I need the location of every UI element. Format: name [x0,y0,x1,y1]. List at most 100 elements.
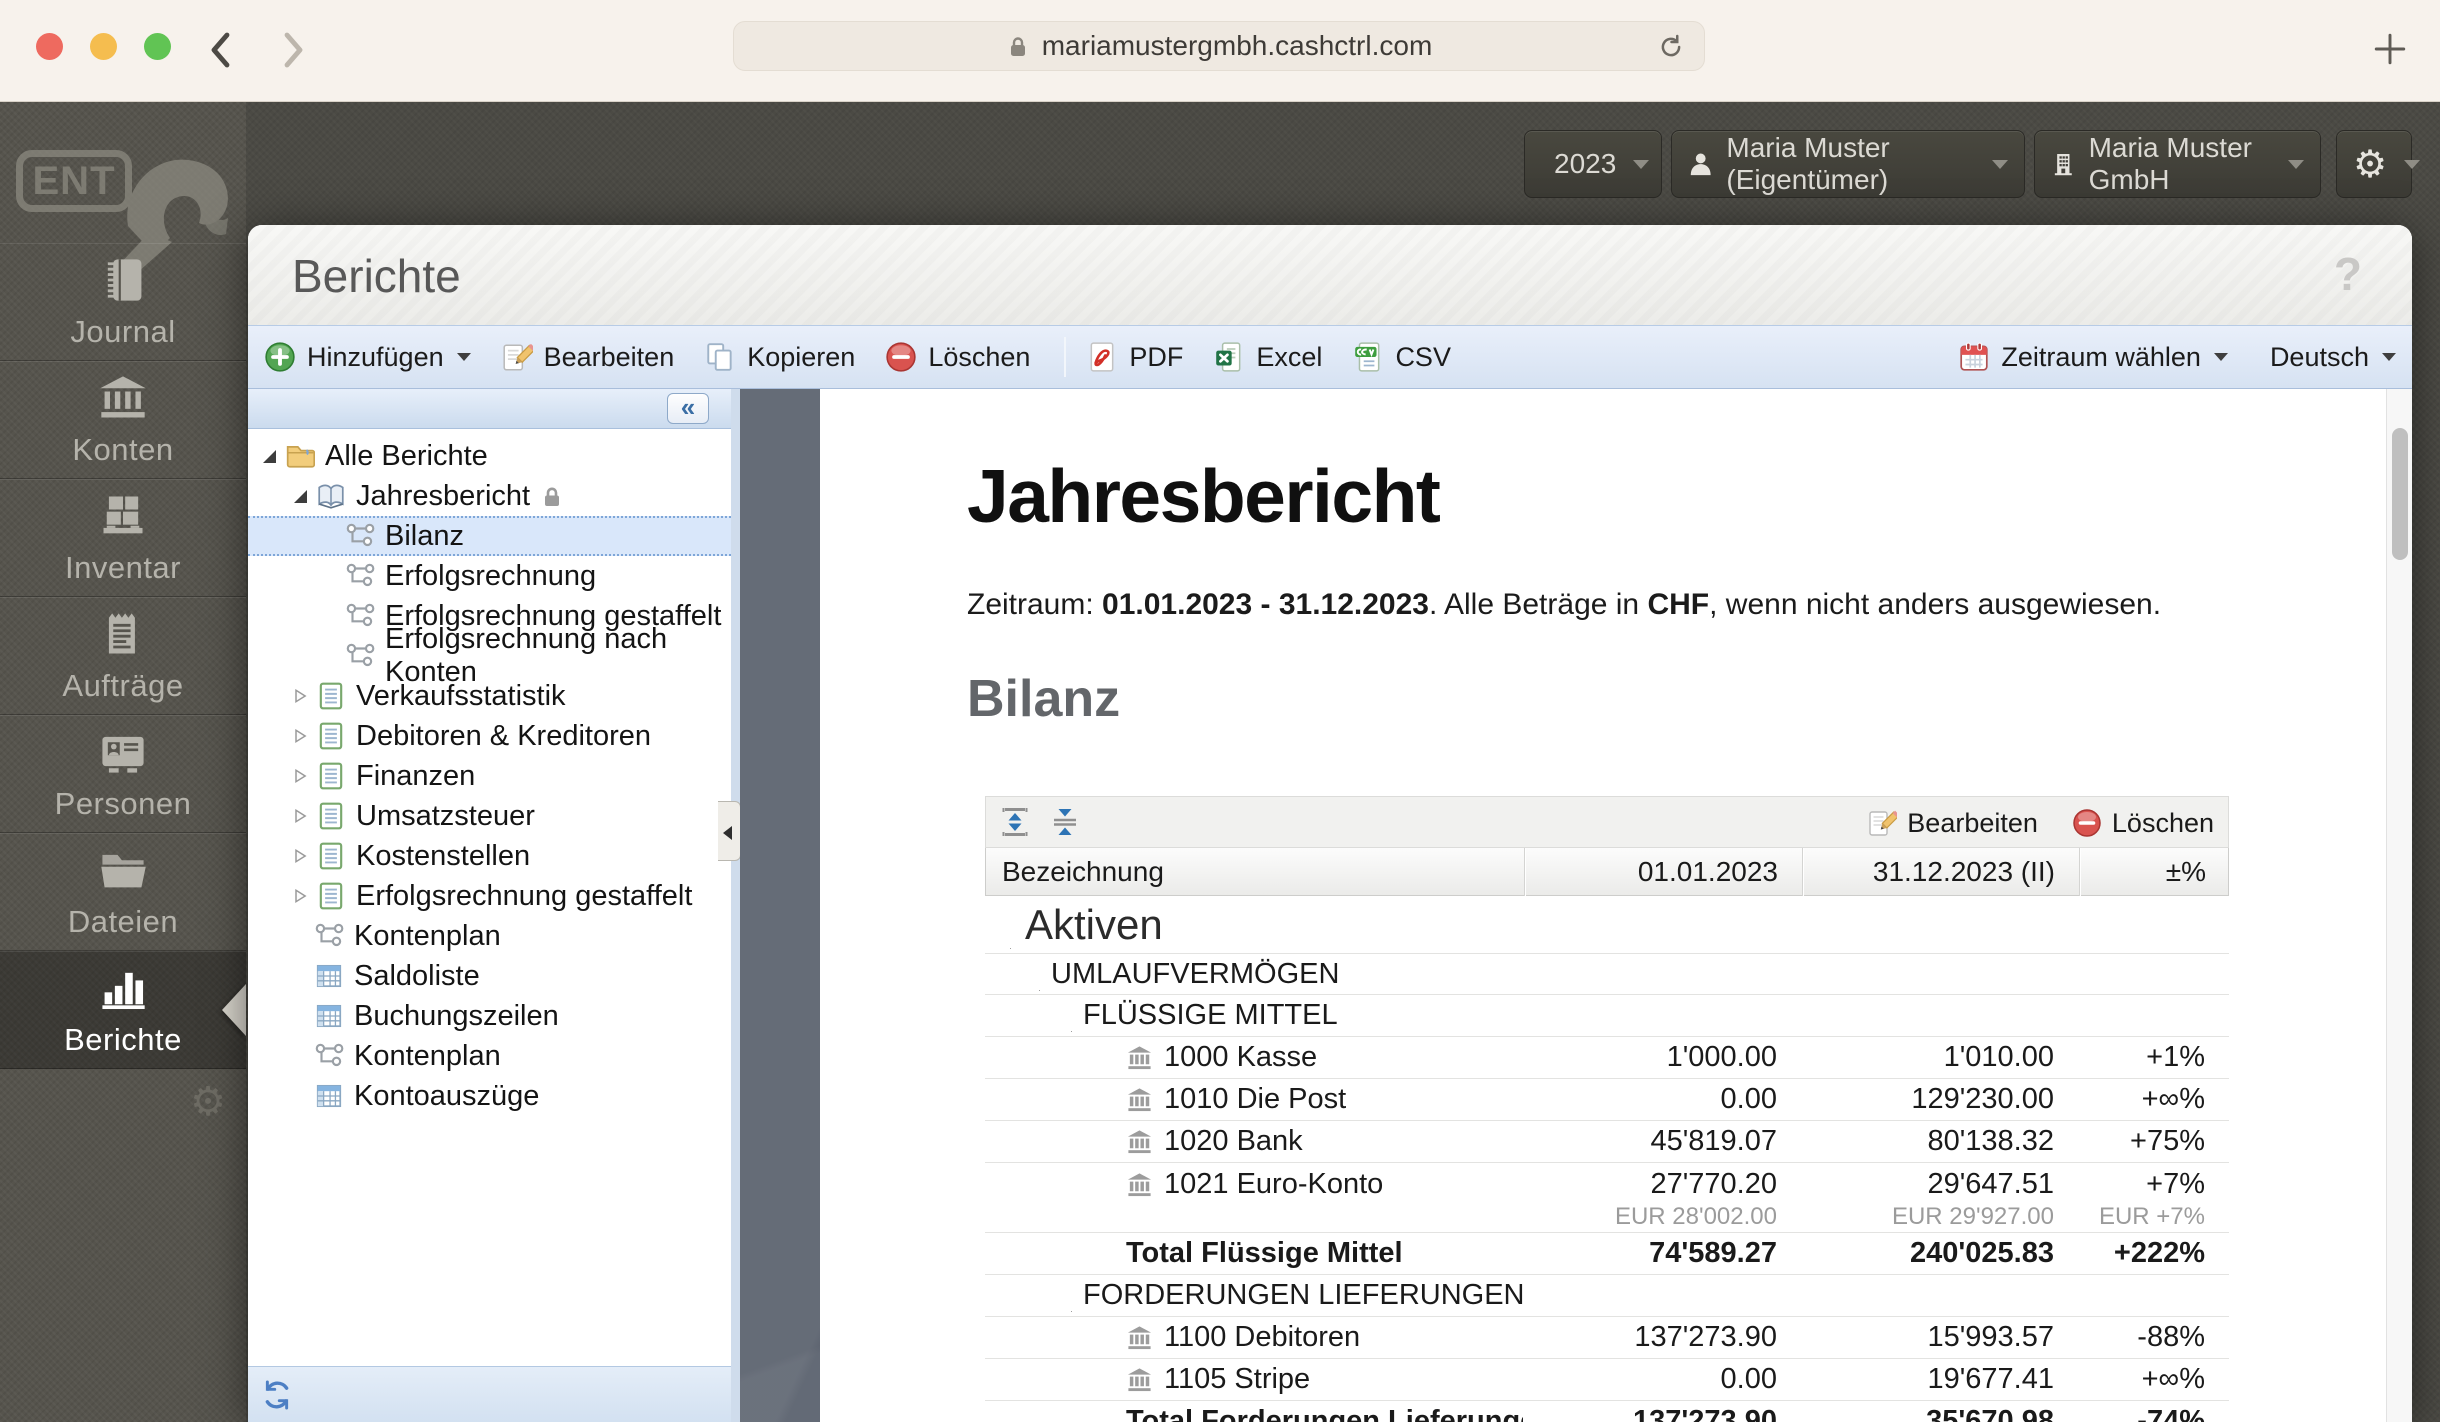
tree-item-jahresbericht[interactable]: Jahresbericht [248,476,731,516]
expander-open-icon[interactable] [259,450,279,463]
toolbar-button-label: Excel [1256,342,1322,373]
panel-splitter-handle[interactable] [718,801,741,861]
tree-item-umsatzsteuer[interactable]: Umsatzsteuer [248,796,731,836]
expander-open-icon[interactable] [995,901,1011,949]
expand-all-icon[interactable] [998,805,1032,839]
expander-closed-icon[interactable] [290,888,310,904]
group-label: Aktiven [1025,901,1163,949]
toolbar-edit-button[interactable]: Bearbeiten [501,341,675,373]
tree-item-saldoliste[interactable]: Saldoliste [248,956,731,996]
sidebar-item-inventar[interactable]: Inventar [0,479,246,597]
browser-back-button[interactable] [198,26,246,74]
toolbar-copy-button[interactable]: Kopieren [704,341,855,373]
tree-item-buchungszeilen[interactable]: Buchungszeilen [248,996,731,1036]
collapse-all-icon[interactable] [1048,805,1082,839]
topbar-user-button[interactable]: Maria Muster (Eigentümer) [1671,130,2025,198]
sidebar-item-berichte[interactable]: Berichte [0,951,246,1069]
column-header[interactable]: 31.12.2023 (II) [1802,848,2079,896]
sidebar-item-journal[interactable]: Journal [0,243,246,361]
tree-item-erfolgsrechnung-nach-konten[interactable]: Erfolgsrechnung nach Konten [248,636,731,676]
group-label: UMLAUFVERMÖGEN [1051,958,1339,991]
toolbar-language-button[interactable]: Deutsch [2270,342,2396,373]
expander-closed-icon[interactable] [290,728,310,744]
help-button[interactable]: ? [2334,247,2362,301]
tree-list: Alle BerichteJahresberichtBilanz Erfolgsr… [248,430,731,1366]
label-cell: Total Flüssige Mittel [985,1237,1523,1270]
tree-item-verkaufsstatistik[interactable]: Verkaufsstatistik [248,676,731,716]
scrollbar-thumb[interactable] [2392,428,2408,560]
table-row[interactable]: UMLAUFVERMÖGEN [985,954,2229,995]
topbar-fiscal-year-button[interactable]: 2023 [1524,130,1662,198]
table-edit-button[interactable]: Bearbeiten [1867,808,2038,839]
toolbar-period-button[interactable]: Zeitraum wählen [1958,341,2228,373]
tree-item-erfolgsrechnung[interactable]: Erfolgsrechnung [248,556,731,596]
table-row[interactable]: FLÜSSIGE MITTEL [985,995,2229,1037]
tree-item-alle-berichte[interactable]: Alle Berichte [248,436,731,476]
sidebar-item-auftraege[interactable]: Aufträge [0,597,246,715]
sidebar-item-dateien[interactable]: Dateien [0,833,246,951]
tree-item-debitoren-kreditoren[interactable]: Debitoren & Kreditoren [248,716,731,756]
tree-item-bilanz[interactable]: Bilanz [248,516,731,556]
expander-closed-icon[interactable] [290,768,310,784]
expander-open-icon[interactable] [1027,958,1040,991]
table-row[interactable]: 1100 Debitoren137'273.9015'993.57-88% [985,1317,2229,1359]
reload-icon[interactable] [1656,32,1686,62]
tree-item-kontoauszuege[interactable]: Kontoauszüge [248,1076,731,1116]
toolbar-excel-button[interactable]: Excel [1213,341,1322,373]
table-icon [314,1001,344,1031]
expander-closed-icon[interactable] [290,808,310,824]
table-row[interactable]: Total Forderungen Lieferungen, Leis...13… [985,1401,2229,1422]
close-window-button[interactable] [36,33,63,60]
zoom-window-button[interactable] [144,33,171,60]
tree-item-kontenplan[interactable]: Kontenplan [248,916,731,956]
column-header[interactable]: Bezeichnung [986,848,1524,896]
tree-item-label: Umsatzsteuer [356,800,535,833]
sidebar-item-personen[interactable]: Personen [0,715,246,833]
expander-open-icon[interactable] [290,490,310,503]
collapse-panel-button[interactable]: « [667,393,709,424]
table-row[interactable]: 1105 Stripe0.0019'677.41+∞% [985,1359,2229,1401]
expander-open-icon[interactable] [1059,1279,1072,1312]
table-row[interactable]: 1021 Euro-Konto27'770.20EUR 28'002.0029'… [985,1163,2229,1233]
toolbar-divider [1064,337,1066,377]
toolbar-pdf-button[interactable]: PDF [1086,341,1183,373]
sidebar-gear-icon[interactable]: ⚙ [186,1080,230,1124]
table-row[interactable]: 1020 Bank45'819.0780'138.32+75% [985,1121,2229,1163]
group-label: FLÜSSIGE MITTEL [1083,999,1338,1032]
minimize-window-button[interactable] [90,33,117,60]
value: 74'589.27 [1523,1237,1777,1270]
expander-open-icon[interactable] [1059,999,1072,1032]
table-row[interactable]: 1010 Die Post0.00129'230.00+∞% [985,1079,2229,1121]
tree-item-kostenstellen[interactable]: Kostenstellen [248,836,731,876]
table-row[interactable]: Total Flüssige Mittel74'589.27240'025.83… [985,1233,2229,1275]
column-header[interactable]: ±% [2079,848,2230,896]
expander-closed-icon[interactable] [290,848,310,864]
tree-item-kontenplan-2[interactable]: Kontenplan [248,1036,731,1076]
topbar-settings-button[interactable]: ⚙ [2336,130,2412,198]
table-row[interactable]: FORDERUNGEN LIEFERUNGEN, LEISTUN... [985,1275,2229,1317]
sidebar-item-konten[interactable]: Konten [0,361,246,479]
value-cell: 0.00 [1523,1083,1801,1116]
period-prefix: Zeitraum: [967,588,1102,621]
chevron-down-icon [457,353,471,361]
topbar-company-button[interactable]: Maria Muster GmbH [2034,130,2321,198]
tree-item-erfolgsrechnung-gestaffelt-2[interactable]: Erfolgsrechnung gestaffelt [248,876,731,916]
refresh-icon[interactable] [260,1378,294,1412]
table-delete-button[interactable]: Löschen [2072,808,2214,839]
table-row[interactable]: 1000 Kasse1'000.001'010.00+1% [985,1037,2229,1079]
new-tab-button[interactable] [2368,27,2412,71]
toolbar-add-button[interactable]: Hinzufügen [264,341,471,373]
browser-forward-button[interactable] [268,26,316,74]
table-row[interactable]: Aktiven [985,896,2229,954]
address-bar[interactable]: mariamustergmbh.cashctrl.com [733,21,1705,71]
account-label: 1100 Debitoren [1164,1321,1360,1354]
section-title: Bilanz [967,669,1120,729]
column-header[interactable]: 01.01.2023 [1524,848,1802,896]
toolbar-csv-button[interactable]: CSV [1352,341,1451,373]
copy-icon [704,341,736,373]
expander-closed-icon[interactable] [290,688,310,704]
toolbar-delete-button[interactable]: Löschen [885,341,1030,373]
tree-item-finanzen[interactable]: Finanzen [248,756,731,796]
tree-item-label: Erfolgsrechnung [385,560,596,593]
vertical-scrollbar[interactable] [2386,389,2412,1422]
